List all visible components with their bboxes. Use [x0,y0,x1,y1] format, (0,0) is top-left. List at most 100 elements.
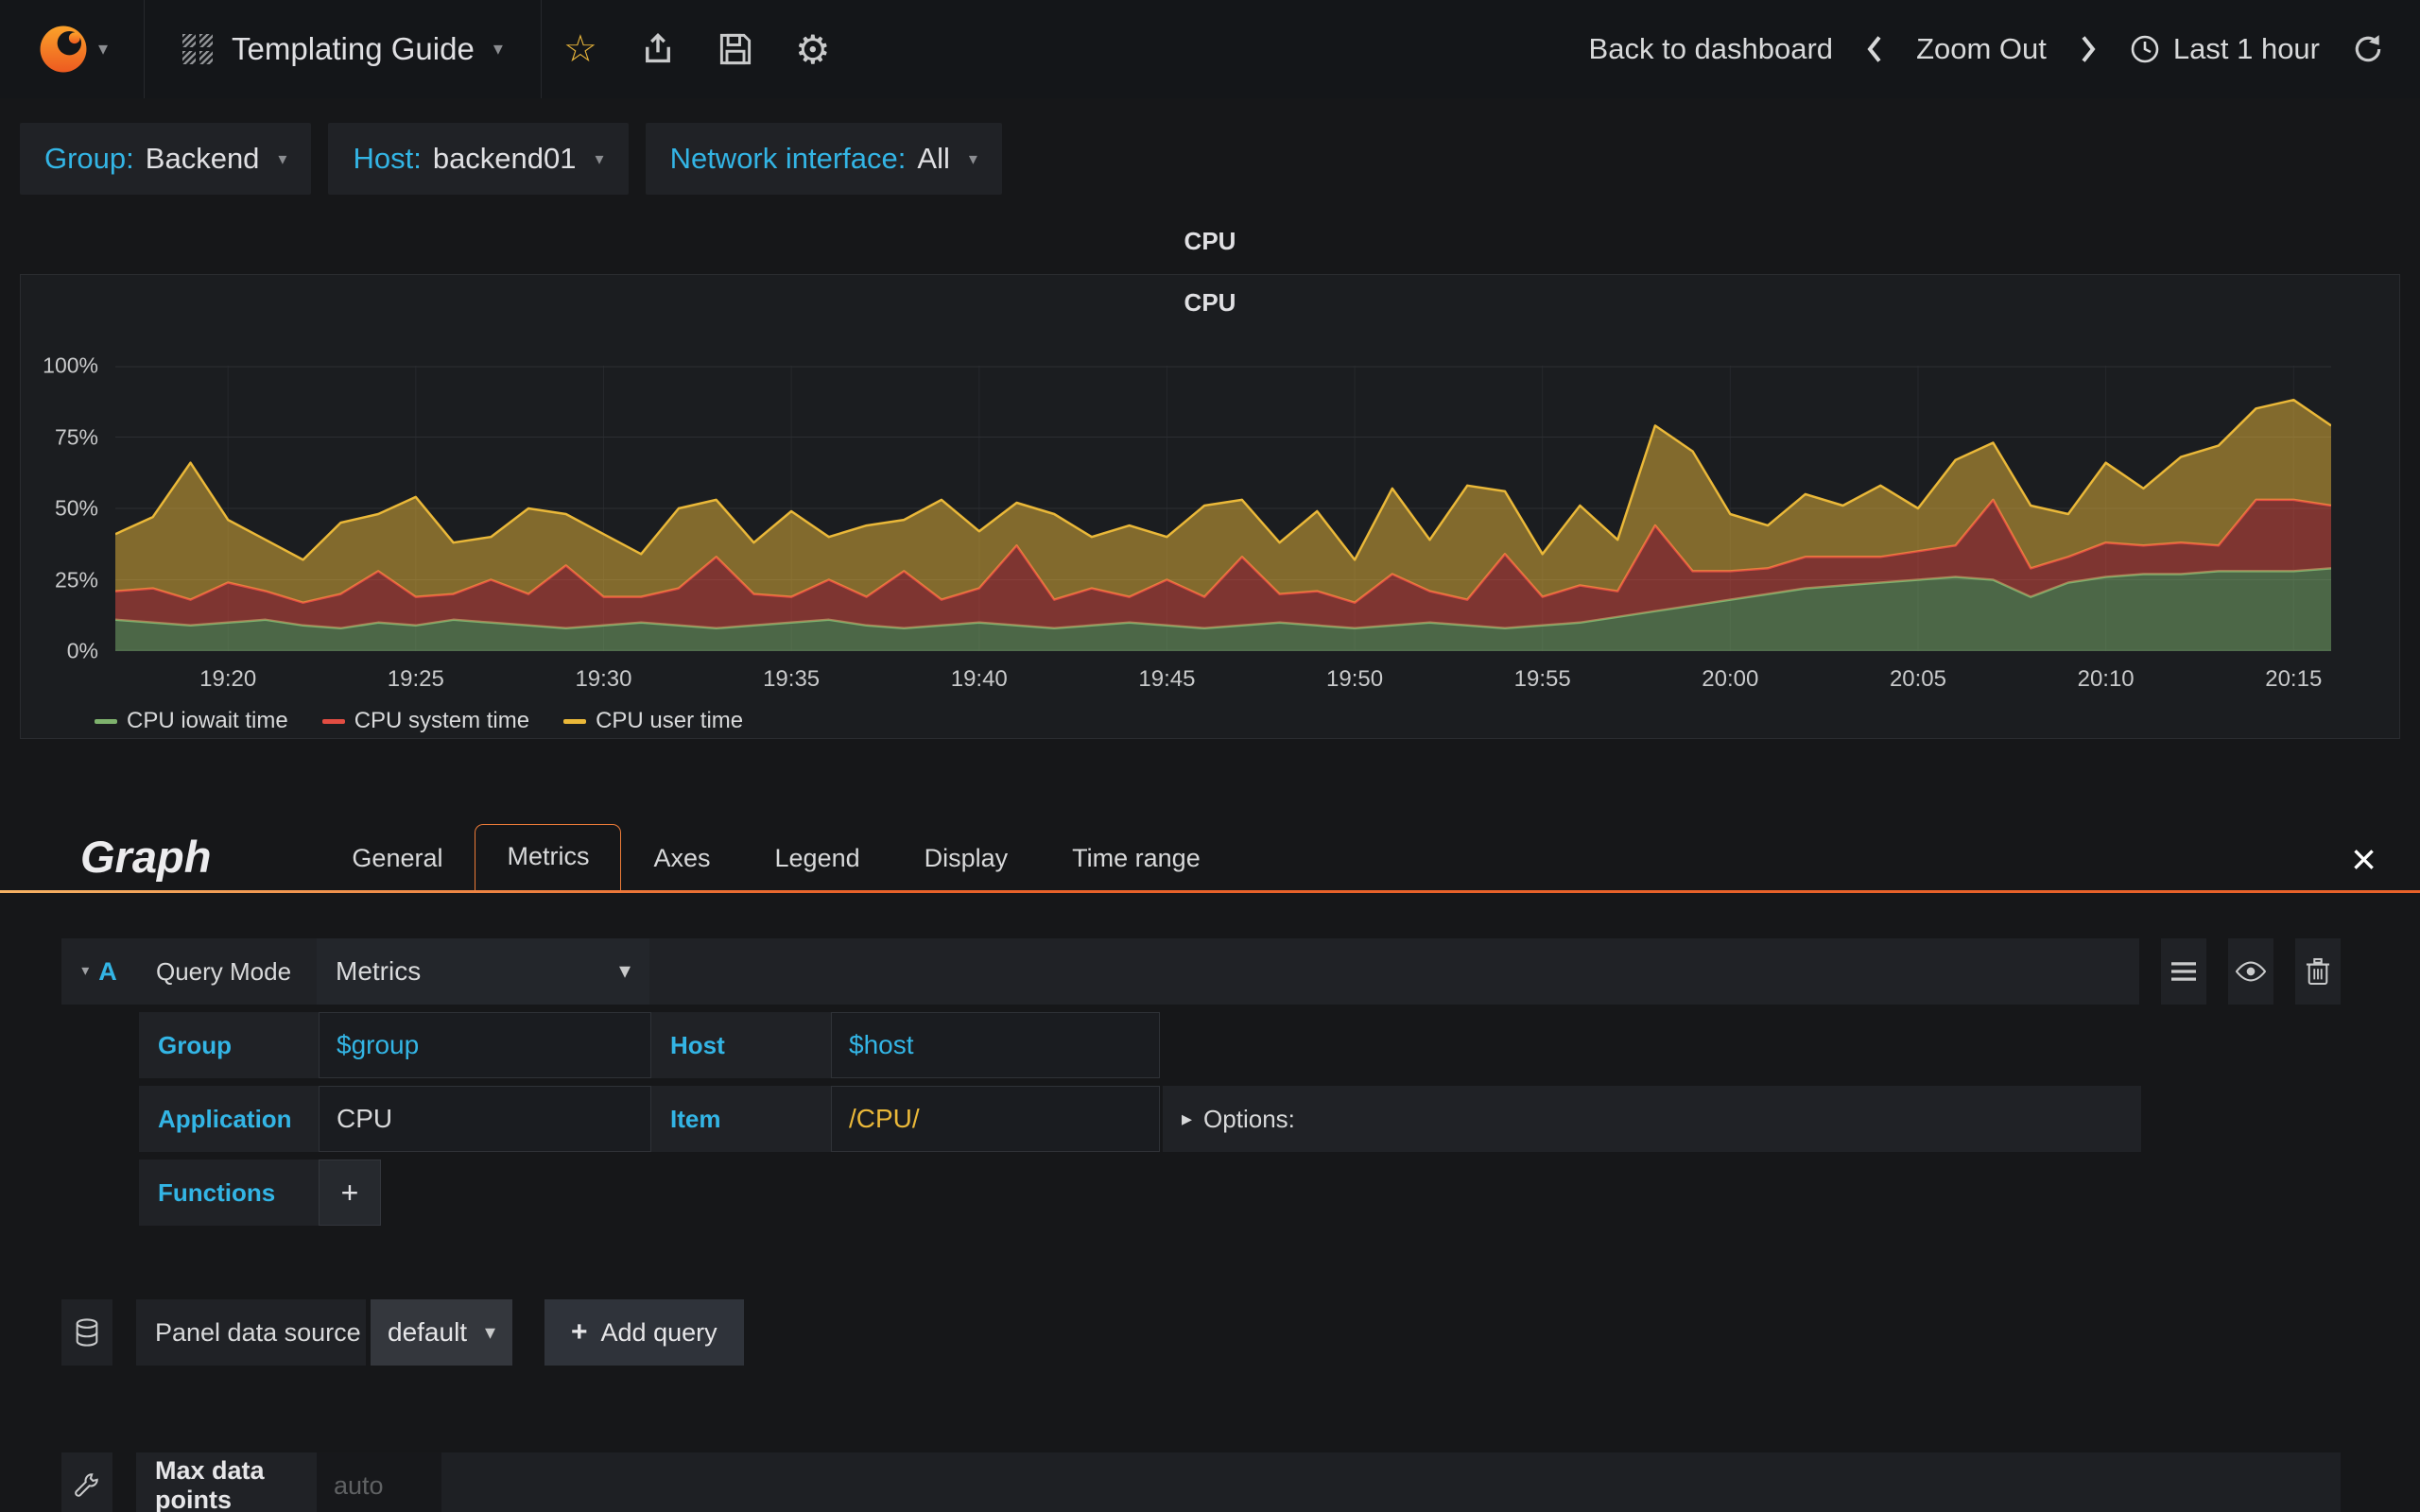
panel-type-title: Graph [80,832,212,882]
star-button[interactable]: ☆ [542,0,619,98]
chevron-left-icon [1867,36,1881,62]
query-row-a: ▾ A Query Mode Metrics ▾ [61,938,2341,1005]
zoom-right-button[interactable] [2079,35,2098,63]
save-button[interactable] [697,0,774,98]
add-query-label: Add query [600,1317,717,1347]
tab-metrics[interactable]: Metrics [475,824,622,890]
wrench-icon [75,1473,98,1497]
back-to-dashboard-link[interactable]: Back to dashboard [1589,32,1834,66]
template-variable-row: Group: Backend ▾ Host: backend01 ▾ Netwo… [20,123,2420,195]
datasource-select[interactable]: default ▾ [371,1299,512,1366]
x-axis-tick-label: 20:15 [2265,666,2323,692]
datasource-value: default [388,1317,468,1347]
gear-icon: ⚙ [795,26,831,72]
query-mode-value: Metrics [336,956,422,986]
max-data-points-filler [441,1452,2341,1512]
tab-legend[interactable]: Legend [743,825,892,890]
y-axis-labels: 0% 25% 50% 75% 100% [21,353,106,663]
x-axis-tick-label: 20:00 [1702,666,1759,692]
chevron-down-icon: ▾ [968,149,977,168]
query-editor: ▾ A Query Mode Metrics ▾ Group $group Ho… [0,938,2420,1226]
tab-display[interactable]: Display [892,825,1041,890]
host-field-label: Host [651,1012,831,1078]
panel-editor: Graph General Metrics Axes Legend Displa… [0,815,2420,1512]
navbar-right-controls: Back to dashboard Zoom Out Last 1 hour [1589,32,2420,66]
legend-item[interactable]: CPU system time [321,708,530,734]
query-toggle-visibility-button[interactable] [2228,938,2273,1005]
clock-icon [2131,35,2159,63]
query-collapse-toggle[interactable]: ▾ A [61,938,137,1005]
database-icon [76,1318,98,1347]
chevron-down-icon: ▾ [618,958,631,984]
y-axis-tick-label: 0% [66,638,98,663]
chevron-down-icon: ▾ [493,39,503,60]
group-field-value[interactable]: $group [319,1012,651,1078]
zoom-out-button[interactable]: Zoom Out [1916,32,2047,66]
application-field-value[interactable]: CPU [319,1086,651,1152]
y-axis-tick-label: 75% [54,424,98,449]
max-data-points-input[interactable] [317,1452,441,1512]
zoom-left-button[interactable] [1865,35,1884,63]
chevron-right-icon: ▸ [1182,1107,1193,1130]
tab-general[interactable]: General [320,825,475,890]
panel-title[interactable]: CPU [21,288,2399,318]
close-editor-button[interactable]: × [2351,837,2377,890]
save-icon [719,33,751,65]
query-mode-select[interactable]: Metrics ▾ [317,938,649,1005]
tab-time-range[interactable]: Time range [1040,825,1233,890]
query-row-functions: Functions + [139,1160,2420,1226]
panel-fullscreen-title: CPU [1184,227,1236,255]
template-var-label: Network interface: [669,142,907,175]
add-query-button[interactable]: + Add query [544,1299,744,1366]
group-field-label: Group [139,1012,319,1078]
refresh-icon [2355,35,2381,62]
time-range-label: Last 1 hour [2172,32,2320,65]
refresh-button[interactable] [2352,33,2384,65]
share-button[interactable] [619,0,697,98]
query-row-application-item: Application CPU Item /CPU/ ▸ Options: [139,1086,2420,1152]
panel-datasource-label: Panel data source [136,1299,366,1366]
datasource-icon-cell [61,1299,112,1366]
x-axis-tick-label: 19:30 [575,666,632,692]
template-var-value: All [917,142,950,175]
query-ref-letter: A [98,956,117,986]
tab-axes[interactable]: Axes [621,825,742,890]
navbar: ▾ Templating Guide ▾ ☆ ⚙ Back to dashboa… [0,0,2420,98]
time-range-picker[interactable]: Last 1 hour [2130,32,2320,66]
legend-label: CPU iowait time [127,708,288,733]
chevron-down-icon: ▾ [81,963,90,979]
template-var-network-interface[interactable]: Network interface: All ▾ [645,123,1002,195]
legend-item[interactable]: CPU iowait time [95,708,288,734]
template-var-value: backend01 [432,142,577,175]
eye-icon [2236,961,2266,982]
template-var-group[interactable]: Group: Backend ▾ [20,123,312,195]
host-field-value[interactable]: $host [831,1012,1160,1078]
chart-legend: CPU iowait time CPU system time CPU user t… [95,708,743,734]
add-function-button[interactable]: + [319,1160,381,1226]
x-axis-tick-label: 19:55 [1513,666,1571,692]
dashboard-title-dropdown[interactable]: Templating Guide ▾ [145,0,541,98]
application-field-label: Application [139,1086,319,1152]
options-toggle[interactable]: ▸ Options: [1163,1086,2141,1152]
template-var-label: Host: [353,142,422,175]
cpu-graph-panel: CPU 0% 25% 50% 75% 100% 19:20 19:25 19:30 19:35… [20,274,2400,739]
x-axis-tick-label: 19:50 [1326,666,1384,692]
query-menu-button[interactable] [2161,938,2206,1005]
legend-color-dash [95,718,117,724]
chevron-down-icon: ▾ [484,1320,495,1344]
star-icon: ☆ [562,28,597,70]
legend-color-dash [563,718,587,724]
grafana-logo[interactable]: ▾ [0,0,144,98]
legend-item[interactable]: CPU user time [563,708,743,734]
template-var-value: Backend [145,142,260,175]
x-axis-tick-label: 19:20 [199,666,257,692]
legend-label: CPU system time [354,708,530,733]
x-axis-labels: 19:20 19:25 19:30 19:35 19:40 19:45 19:50 19:55… [115,666,2331,695]
grafana-flame-icon [40,26,87,73]
query-delete-button[interactable] [2295,938,2341,1005]
settings-button[interactable]: ⚙ [774,0,852,98]
item-field-value[interactable]: /CPU/ [831,1086,1160,1152]
query-mode-label: Query Mode [137,938,317,1005]
dashboard-title: Templating Guide [232,31,475,66]
template-var-host[interactable]: Host: backend01 ▾ [328,123,629,195]
